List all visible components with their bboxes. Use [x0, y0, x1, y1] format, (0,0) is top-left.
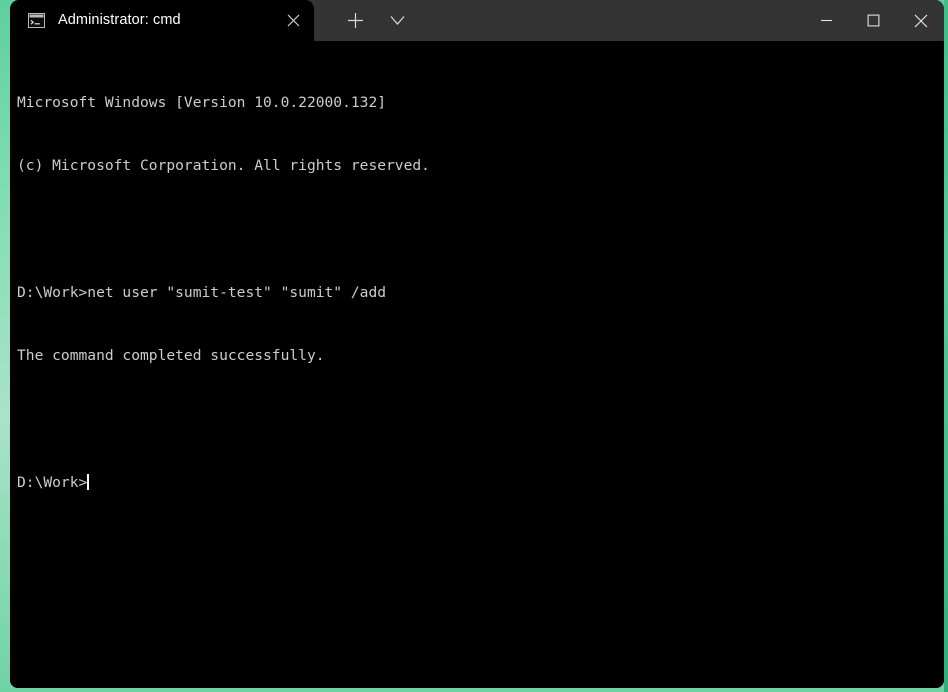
tab-dropdown-button[interactable] — [378, 0, 416, 41]
plus-icon — [347, 13, 363, 28]
desktop-right-edge — [944, 0, 948, 692]
maximize-icon — [867, 14, 880, 27]
terminal-line: Microsoft Windows [Version 10.0.22000.13… — [17, 94, 387, 112]
tab-administrator-cmd[interactable]: Administrator: cmd — [10, 0, 314, 41]
text-cursor — [87, 473, 89, 490]
chevron-down-icon — [390, 16, 404, 25]
terminal-output-area[interactable]: Microsoft Windows [Version 10.0.22000.13… — [10, 41, 944, 688]
window-caption-controls — [803, 0, 944, 41]
terminal-line: The command completed successfully. — [17, 347, 325, 365]
maximize-button[interactable] — [850, 0, 897, 41]
tab-label: Administrator: cmd — [58, 12, 181, 28]
close-button[interactable] — [897, 0, 944, 41]
terminal-window: Administrator: cmd Microsoft Windows [Ve… — [10, 0, 944, 688]
terminal-text-buffer: Microsoft Windows [Version 10.0.22000.13… — [17, 50, 944, 535]
tab-close-icon[interactable] — [276, 0, 310, 41]
terminal-line: (c) Microsoft Corporation. All rights re… — [17, 157, 430, 175]
new-tab-button[interactable] — [336, 0, 374, 41]
cmd-console-icon — [28, 13, 45, 28]
minimize-button[interactable] — [803, 0, 850, 41]
terminal-prompt-line: D:\Work> — [17, 472, 944, 493]
window-titlebar[interactable]: Administrator: cmd — [10, 0, 944, 41]
close-icon — [914, 14, 927, 27]
terminal-prompt: D:\Work> — [17, 473, 88, 491]
terminal-line: D:\Work>net user "sumit-test" "sumit" /a… — [17, 284, 387, 302]
minimize-icon — [821, 19, 832, 22]
